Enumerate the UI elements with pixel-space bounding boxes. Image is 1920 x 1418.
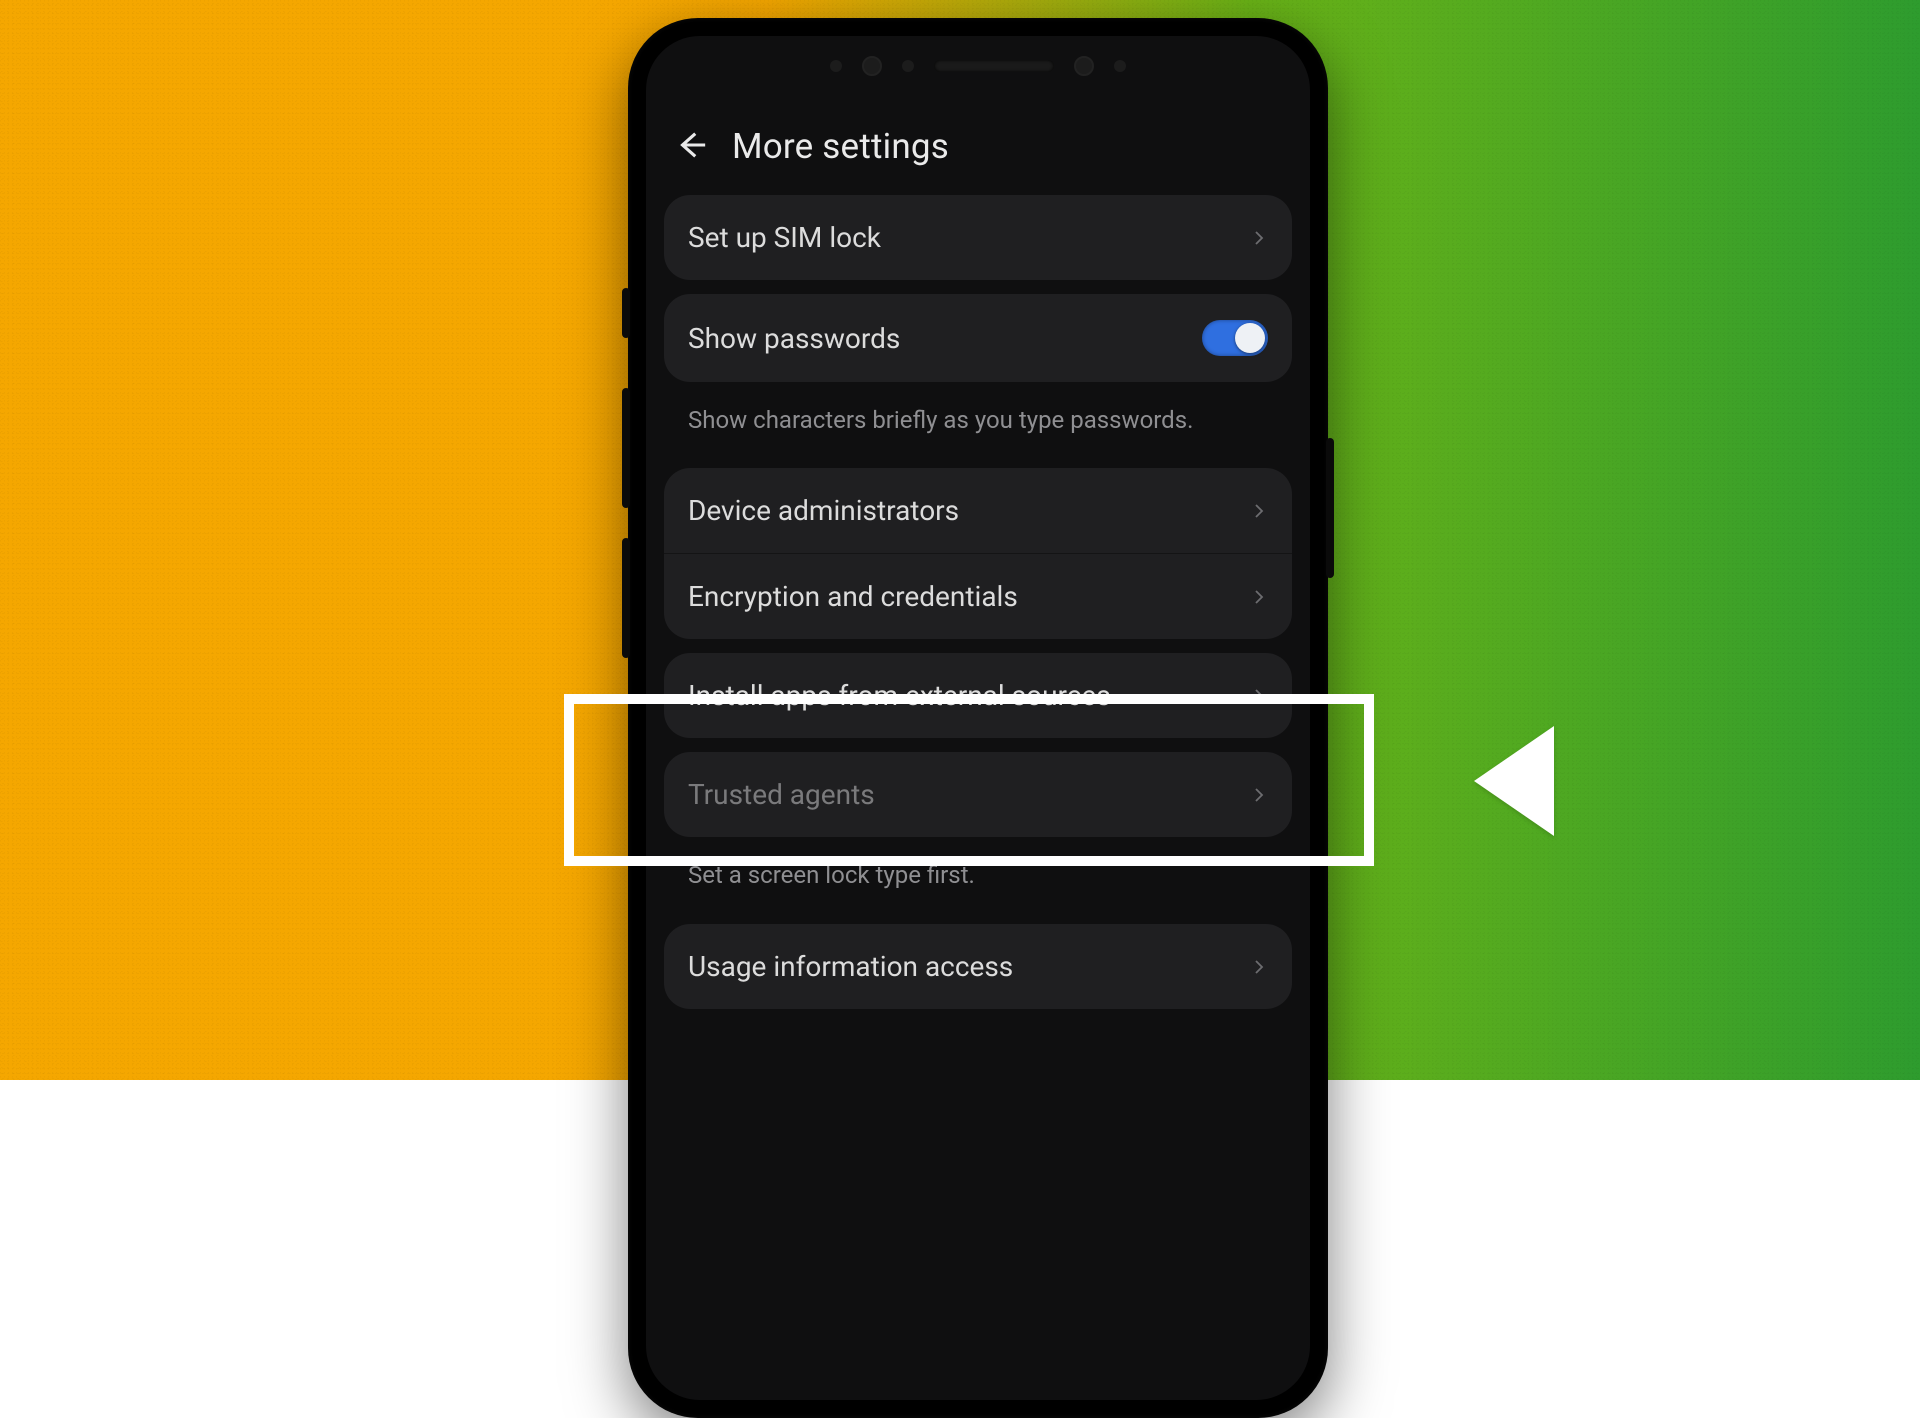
setting-label: Show passwords (688, 322, 900, 355)
setting-sim-lock[interactable]: Set up SIM lock (664, 195, 1292, 280)
phone-screen: More settings Set up SIM lock Show passw… (646, 36, 1310, 1400)
chevron-right-icon (1250, 778, 1268, 811)
chevron-right-icon (1250, 679, 1268, 712)
sensor-dot (830, 60, 842, 72)
setting-usage-information-access[interactable]: Usage information access (664, 924, 1292, 1009)
setting-trusted-agents[interactable]: Trusted agents (664, 752, 1292, 837)
chevron-right-icon (1250, 950, 1268, 983)
annotation-arrow-left-icon (1474, 726, 1554, 836)
phone-sensor-cluster (830, 56, 1126, 76)
app-bar: More settings (646, 108, 1310, 195)
setting-label: Install apps from external sources (688, 679, 1111, 712)
chevron-right-icon (1250, 494, 1268, 527)
sensor-dot (1114, 60, 1126, 72)
phone-frame: More settings Set up SIM lock Show passw… (628, 18, 1328, 1418)
back-arrow-icon[interactable] (674, 128, 708, 166)
setting-label: Usage information access (688, 950, 1013, 983)
setting-label: Device administrators (688, 494, 959, 527)
page-title: More settings (732, 126, 949, 167)
setting-encryption-credentials[interactable]: Encryption and credentials (664, 554, 1292, 639)
setting-help-text: Set a screen lock type first. (664, 851, 1292, 909)
setting-label: Set up SIM lock (688, 221, 881, 254)
settings-group-security: Device administrators Encryption and cre… (664, 468, 1292, 639)
phone-power-button (1326, 438, 1334, 578)
phone-volume-up (622, 388, 630, 508)
phone-side-button (622, 288, 630, 338)
chevron-right-icon (1250, 580, 1268, 613)
toggle-switch-on[interactable] (1202, 320, 1268, 356)
front-camera-icon (1074, 56, 1094, 76)
toggle-knob (1235, 323, 1265, 353)
setting-device-administrators[interactable]: Device administrators (664, 468, 1292, 554)
settings-list: Set up SIM lock Show passwords Show char… (646, 195, 1310, 1009)
setting-show-passwords[interactable]: Show passwords (664, 294, 1292, 382)
setting-help-text: Show characters briefly as you type pass… (664, 396, 1292, 454)
speaker-grille (934, 60, 1054, 72)
phone-volume-down (622, 538, 630, 658)
setting-install-external-sources[interactable]: Install apps from external sources (664, 653, 1292, 738)
sensor-dot (902, 60, 914, 72)
setting-label: Trusted agents (688, 778, 875, 811)
chevron-right-icon (1250, 221, 1268, 254)
setting-label: Encryption and credentials (688, 580, 1018, 613)
front-camera-icon (862, 56, 882, 76)
